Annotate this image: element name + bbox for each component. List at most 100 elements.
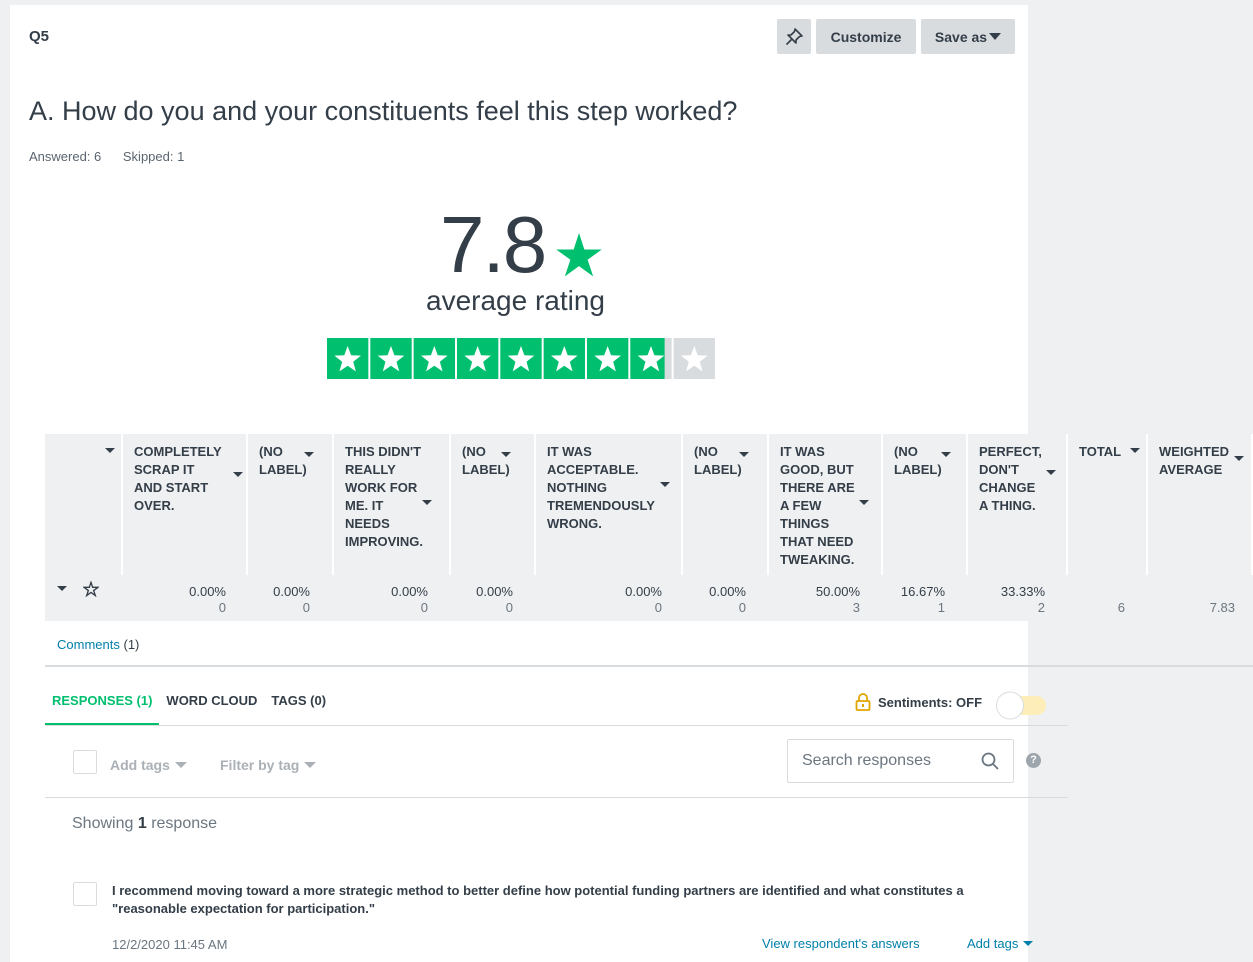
divider (45, 797, 1068, 798)
table-cell: 7.83 (1210, 584, 1235, 615)
cell-count: 0 (505, 600, 513, 615)
table-row: 0.00% 0 0.00% 0 0.00% 0 0.00% 0 0.00% 0 0.00% 0 50.0… (45, 575, 1253, 621)
cell-percent: 50.00% (815, 584, 860, 599)
star-rating-bar (327, 338, 715, 379)
column-header[interactable]: WEIGHTED AVERAGE (1148, 434, 1253, 575)
column-header-label: IT WAS ACCEPTABLE. NOTHING TREMENDOUSLY … (547, 444, 655, 531)
chevron-down-icon (941, 452, 951, 457)
cell-percent: 0.00% (476, 584, 513, 599)
help-icon[interactable]: ? (1026, 753, 1041, 768)
column-header-label: (NO LABEL) (894, 444, 942, 477)
column-header-label: (NO LABEL) (462, 444, 510, 477)
cell-count: 0 (738, 600, 746, 615)
cell-percent: 0.00% (273, 584, 310, 599)
table-cell: 0.00% 0 (625, 584, 662, 615)
column-header[interactable]: IT WAS GOOD, BUT THERE ARE A FEW THINGS … (769, 434, 883, 575)
column-header[interactable]: PERFECT, DON'T CHANGE A THING. (968, 434, 1068, 575)
column-header-label: COMPLETELY SCRAP IT AND START OVER. (134, 444, 222, 513)
view-respondent-answers-link[interactable]: View respondent's answers (762, 936, 920, 951)
save-as-label: Save as (934, 28, 988, 45)
cell-count: 0 (302, 600, 310, 615)
average-rating-label: average rating (426, 285, 606, 316)
column-header-label: THIS DIDN'T REALLY WORK FOR ME. IT NEEDS… (345, 444, 424, 549)
column-header[interactable]: (NO LABEL) (451, 434, 536, 575)
pin-icon (785, 27, 803, 45)
showing-count: Showing 1 response (72, 815, 217, 833)
column-header-label: IT WAS GOOD, BUT THERE ARE A FEW THINGS … (780, 444, 855, 567)
chevron-down-icon (304, 762, 317, 768)
filter-by-tag-dropdown[interactable]: Filter by tag (220, 757, 317, 773)
search-icon[interactable] (981, 752, 999, 770)
tab-tags[interactable]: TAGS (0) (264, 692, 333, 726)
comments-link[interactable]: Comments (1) (57, 637, 139, 652)
table-cell: 0.00% 0 (391, 584, 428, 615)
table-cell: 16.67% 1 (901, 584, 945, 615)
column-header[interactable]: IT WAS ACCEPTABLE. NOTHING TREMENDOUSLY … (536, 434, 683, 575)
cell-count: 3 (852, 600, 860, 615)
tab-responses[interactable]: RESPONSES (1) (45, 692, 160, 726)
cell-percent: 0.00% (391, 584, 428, 599)
table-cell: 33.33% 2 (1001, 584, 1045, 615)
select-all-checkbox[interactable] (73, 750, 97, 774)
skipped-count: Skipped: 1 (122, 149, 185, 164)
response-checkbox[interactable] (73, 882, 97, 906)
column-header-label: WEIGHTED AVERAGE (1159, 444, 1230, 477)
sentiments-control: Sentiments: OFF (855, 693, 982, 711)
cell-count: 7.83 (1209, 600, 1235, 615)
chevron-down-icon (1234, 456, 1244, 461)
cell-count: 0 (420, 600, 428, 615)
sentiments-label: Sentiments: OFF (878, 694, 983, 710)
customize-button[interactable]: Customize (816, 19, 916, 54)
chevron-down-icon (174, 762, 187, 768)
table-cell: 6 (1118, 584, 1125, 615)
table-cell: 0.00% 0 (476, 584, 513, 615)
divider (45, 725, 1068, 726)
save-as-button[interactable]: Save as (921, 19, 1015, 54)
chevron-down-icon (233, 472, 243, 477)
cell-percent (1210, 584, 1235, 599)
chevron-down-icon (739, 452, 749, 457)
filter-by-tag-label: Filter by tag (220, 757, 300, 773)
row-menu-header[interactable] (45, 434, 123, 575)
cell-percent: 0.00% (709, 584, 746, 599)
pin-button[interactable] (777, 19, 811, 54)
table-cell: 50.00% 3 (816, 584, 860, 615)
response-add-tags-dropdown[interactable]: Add tags (967, 936, 1034, 951)
chevron-down-icon (1130, 448, 1140, 453)
chevron-down-icon[interactable] (57, 586, 67, 591)
chevron-down-icon (1023, 941, 1034, 946)
cell-count: 0 (218, 600, 226, 615)
add-tags-label: Add tags (110, 757, 170, 773)
column-header[interactable]: COMPLETELY SCRAP IT AND START OVER. (123, 434, 248, 575)
search-responses-box (787, 739, 1014, 783)
comments-count: (1) (123, 637, 140, 652)
column-header[interactable]: (NO LABEL) (883, 434, 968, 575)
cell-percent: 16.67% (900, 584, 945, 599)
cell-count: 1 (937, 600, 945, 615)
column-header-label: (NO LABEL) (259, 444, 307, 477)
column-header[interactable]: (NO LABEL) (683, 434, 769, 575)
cell-percent (1118, 584, 1125, 599)
star-outline-icon[interactable] (83, 581, 99, 597)
column-header[interactable]: THIS DIDN'T REALLY WORK FOR ME. IT NEEDS… (334, 434, 451, 575)
response-tabs: RESPONSES (1) WORD CLOUD TAGS (0) (45, 692, 333, 726)
cell-count: 6 (1117, 600, 1125, 615)
comments-label: Comments (57, 637, 120, 652)
table-cell: 0.00% 0 (273, 584, 310, 615)
column-header[interactable]: (NO LABEL) (248, 434, 334, 575)
tab-word-cloud[interactable]: WORD CLOUD (159, 692, 264, 726)
search-input[interactable] (802, 752, 962, 770)
add-tags-dropdown[interactable]: Add tags (110, 757, 187, 773)
star-icon (556, 233, 602, 277)
sentiments-toggle[interactable] (994, 691, 1046, 720)
chevron-down-icon (660, 482, 670, 487)
chevron-down-icon (304, 452, 314, 457)
column-header[interactable]: TOTAL (1068, 434, 1148, 575)
showing-suffix: response (151, 815, 218, 832)
divider (45, 665, 1253, 667)
chevron-down-icon (105, 448, 115, 453)
cell-count: 2 (1037, 600, 1045, 615)
column-header-label: TOTAL (1079, 444, 1122, 459)
cell-percent: 0.00% (625, 584, 662, 599)
chevron-down-icon (989, 33, 1002, 40)
